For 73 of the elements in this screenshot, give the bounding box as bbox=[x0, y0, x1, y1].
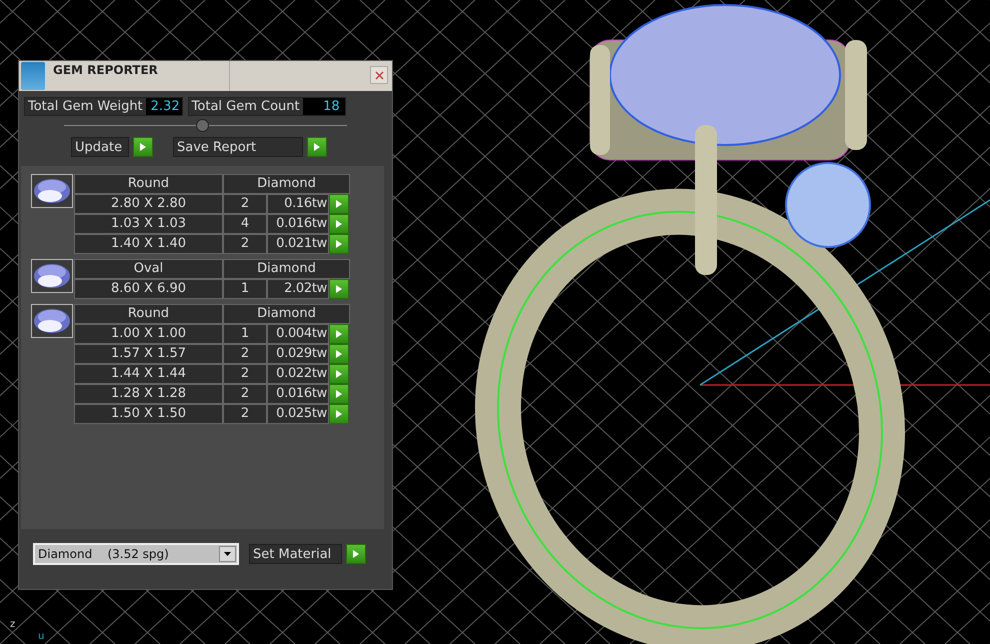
play-arrow-button[interactable] bbox=[329, 384, 349, 404]
play-arrow-icon bbox=[336, 370, 342, 378]
play-arrow-button[interactable] bbox=[329, 364, 349, 384]
material-header-cell: Diamond bbox=[223, 259, 350, 279]
total-value: 18 bbox=[302, 98, 345, 115]
play-arrow-icon bbox=[336, 285, 342, 293]
set-material-button[interactable]: Set Material bbox=[249, 544, 342, 564]
count-cell: 1 bbox=[223, 279, 267, 299]
weight-cell: 0.022tw bbox=[267, 364, 329, 384]
material-dropdown[interactable]: Diamond (3.52 spg) bbox=[33, 543, 239, 565]
total-value: 2.32 bbox=[146, 98, 182, 115]
close-icon bbox=[374, 70, 384, 80]
count-cell: 2 bbox=[223, 194, 267, 214]
action-button[interactable]: Update bbox=[71, 137, 129, 157]
play-arrow-button[interactable] bbox=[329, 214, 349, 234]
shape-header-cell: Round bbox=[74, 174, 223, 194]
close-button[interactable] bbox=[370, 66, 388, 84]
play-arrow-button[interactable] bbox=[329, 234, 349, 254]
action-button[interactable]: Save Report bbox=[173, 137, 303, 157]
play-arrow-button[interactable] bbox=[329, 404, 349, 424]
weight-cell: 0.021tw bbox=[267, 234, 329, 254]
gem-app-icon bbox=[21, 62, 45, 90]
count-cell: 2 bbox=[223, 364, 267, 384]
count-cell: 2 bbox=[223, 344, 267, 364]
count-cell: 4 bbox=[223, 214, 267, 234]
size-cell: 1.44 X 1.44 bbox=[74, 364, 223, 384]
weight-cell: 0.016tw bbox=[267, 384, 329, 404]
play-arrow-button[interactable] bbox=[346, 544, 366, 564]
weight-cell: 0.016tw bbox=[267, 214, 329, 234]
play-arrow-icon bbox=[314, 143, 320, 151]
play-arrow-icon bbox=[336, 220, 342, 228]
count-cell: 1 bbox=[223, 324, 267, 344]
play-arrow-icon bbox=[353, 550, 359, 558]
play-arrow-icon bbox=[336, 200, 342, 208]
weight-cell: 2.02tw bbox=[267, 279, 329, 299]
weight-cell: 0.16tw bbox=[267, 194, 329, 214]
weight-cell: 0.004tw bbox=[267, 324, 329, 344]
count-cell: 2 bbox=[223, 234, 267, 254]
count-cell: 2 bbox=[223, 404, 267, 424]
count-cell: 2 bbox=[223, 384, 267, 404]
play-arrow-button[interactable] bbox=[329, 324, 349, 344]
total-label: Total Gem Weight bbox=[27, 98, 144, 115]
play-arrow-button[interactable] bbox=[133, 137, 153, 157]
material-header-cell: Diamond bbox=[223, 174, 350, 194]
size-cell: 2.80 X 2.80 bbox=[74, 194, 223, 214]
axis-label: u bbox=[38, 632, 44, 642]
play-arrow-icon bbox=[140, 143, 146, 151]
weight-cell: 0.025tw bbox=[267, 404, 329, 424]
size-cell: 1.57 X 1.57 bbox=[74, 344, 223, 364]
play-arrow-icon bbox=[336, 240, 342, 248]
play-arrow-button[interactable] bbox=[329, 194, 349, 214]
weight-cell: 0.029tw bbox=[267, 344, 329, 364]
splitter-handle[interactable] bbox=[196, 119, 209, 132]
play-arrow-button[interactable] bbox=[307, 137, 327, 157]
play-arrow-button[interactable] bbox=[329, 344, 349, 364]
shape-header-cell: Oval bbox=[74, 259, 223, 279]
size-cell: 1.00 X 1.00 bbox=[74, 324, 223, 344]
play-arrow-icon bbox=[336, 330, 342, 338]
play-arrow-icon bbox=[336, 350, 342, 358]
total-label: Total Gem Count bbox=[190, 98, 301, 115]
size-cell: 8.60 X 6.90 bbox=[74, 279, 223, 299]
material-header-cell: Diamond bbox=[223, 304, 350, 324]
play-arrow-icon bbox=[336, 390, 342, 398]
play-arrow-icon bbox=[336, 410, 342, 418]
window-title: GEM REPORTER bbox=[47, 61, 230, 91]
size-cell: 1.03 X 1.03 bbox=[74, 214, 223, 234]
play-arrow-button[interactable] bbox=[329, 279, 349, 299]
shape-header-cell: Round bbox=[74, 304, 223, 324]
size-cell: 1.40 X 1.40 bbox=[74, 234, 223, 254]
axis-label: z bbox=[10, 620, 16, 630]
caret-icon bbox=[224, 552, 231, 556]
size-cell: 1.28 X 1.28 bbox=[74, 384, 223, 404]
size-cell: 1.50 X 1.50 bbox=[74, 404, 223, 424]
